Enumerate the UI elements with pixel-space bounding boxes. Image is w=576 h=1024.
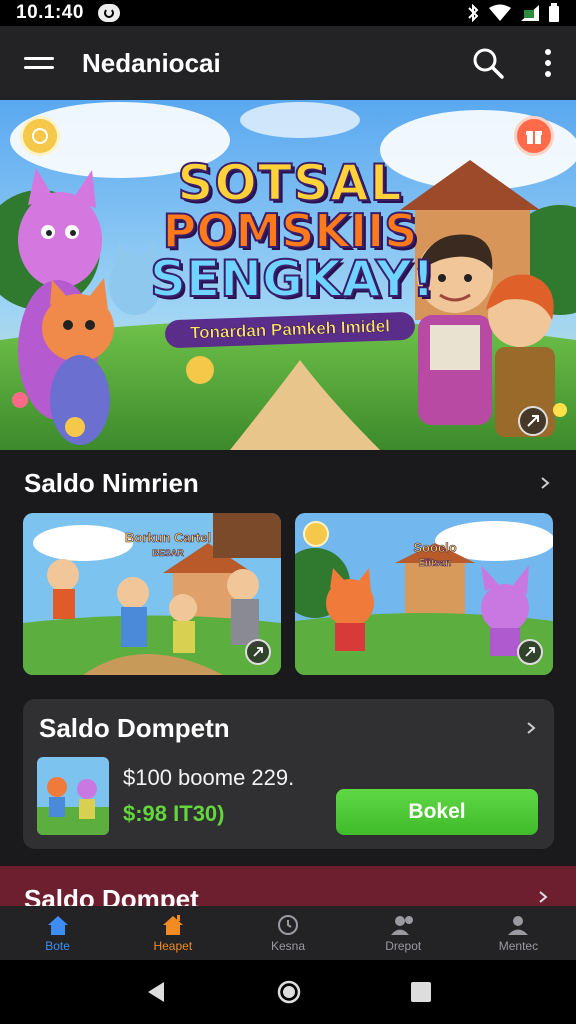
wallet-action-button[interactable]: Bokel (336, 789, 538, 835)
section-title: Saldo Nimrien (24, 467, 199, 498)
hero-banner[interactable]: SOTSAL POMSKIIS SENGKAY! Tonardan Pamkeh… (0, 100, 576, 450)
nav-item-users[interactable]: Drepot (346, 906, 461, 960)
home-icon (47, 915, 68, 935)
next-section-header[interactable]: Saldo Dompet (0, 866, 576, 906)
game-card-1[interactable]: Borkun Cartel BESAR (23, 513, 281, 675)
hamburger-menu-icon[interactable] (24, 52, 54, 74)
game-card-2[interactable]: Sooclo Eiitsan (295, 513, 553, 675)
nav-label-profile: Mentec (498, 938, 539, 953)
chevron-right-icon (539, 891, 548, 903)
shop-icon (162, 914, 183, 935)
nav-label-shop: Heapet (153, 938, 193, 953)
status-bar: 10.1:40 (0, 0, 576, 26)
game-card-1-title-text: Borkun Cartel (125, 530, 212, 545)
recents-icon[interactable] (410, 981, 432, 1003)
status-time: 10.1:40 (16, 2, 84, 23)
game-card-2-title-text: Sooclo (413, 540, 457, 555)
battery-icon (549, 3, 559, 22)
app-actions (472, 47, 552, 79)
chevron-right-icon (541, 477, 550, 489)
nav-item-timer[interactable]: Kesna (230, 906, 345, 960)
status-icons (466, 3, 560, 23)
wallet-amount: $:98 IT30) (123, 801, 225, 826)
wifi-icon (489, 4, 511, 21)
game-card-2-subtitle: Eiitsan (418, 558, 452, 570)
wallet-game-thumbnail (37, 757, 109, 835)
nav-label-users: Drepot (385, 938, 422, 953)
hero-title-line-3: SENGKAY! (149, 250, 436, 308)
nav-item-profile[interactable]: Mentec (461, 906, 576, 960)
hero-title: SOTSAL POMSKIIS SENGKAY! (149, 154, 436, 308)
nav-label-timer: Kesna (270, 938, 306, 953)
users-icon (391, 915, 414, 935)
app-bar: Nedaniocai (0, 26, 576, 100)
nav-item-shop[interactable]: Heapet (115, 906, 230, 960)
back-icon[interactable] (144, 980, 168, 1004)
wallet-card: Saldo Dompetn $100 boome 229. $:98 IT30)… (23, 699, 554, 849)
game-card-1-subtitle: BESAR (152, 548, 184, 559)
next-section-title: Saldo Dompet (24, 884, 199, 906)
nav-item-home[interactable]: Bote (0, 906, 115, 960)
wallet-title: Saldo Dompetn (39, 713, 230, 743)
signal-icon (521, 5, 539, 21)
card-1-action-icon[interactable] (245, 639, 271, 665)
card-2-badge-icon (303, 521, 329, 547)
hero-title-line-2: POMSKIIS (162, 204, 419, 258)
timer-icon (278, 914, 298, 935)
nav-label-home: Bote (45, 938, 70, 953)
profile-icon (508, 915, 529, 935)
notification-app-icon (97, 4, 120, 22)
wallet-balance-line: $100 boome 229. (123, 765, 295, 790)
system-navigation-bar (0, 960, 576, 1024)
gift-badge-icon[interactable] (514, 116, 554, 156)
game-card-2-title: Sooclo Eiitsan (395, 540, 475, 570)
game-card-1-title: Borkun Cartel BESAR (113, 530, 223, 560)
game-card-2-illustration (295, 513, 553, 675)
section-header[interactable]: Saldo Nimrien (0, 458, 576, 508)
coin-badge-icon[interactable] (20, 116, 60, 156)
bottom-navigation: Bote Heapet Kesna Drepot Mentec (0, 906, 576, 960)
card-2-action-icon[interactable] (517, 639, 543, 665)
play-action-icon[interactable] (518, 406, 548, 436)
chevron-right-icon[interactable] (524, 721, 538, 735)
home-button-icon[interactable] (276, 979, 302, 1005)
bluetooth-icon (468, 4, 479, 22)
more-options-icon[interactable] (544, 49, 552, 77)
search-icon[interactable] (472, 47, 504, 79)
hero-title-line-1: SOTSAL (176, 154, 403, 212)
app-title: Nedaniocai (82, 47, 221, 78)
